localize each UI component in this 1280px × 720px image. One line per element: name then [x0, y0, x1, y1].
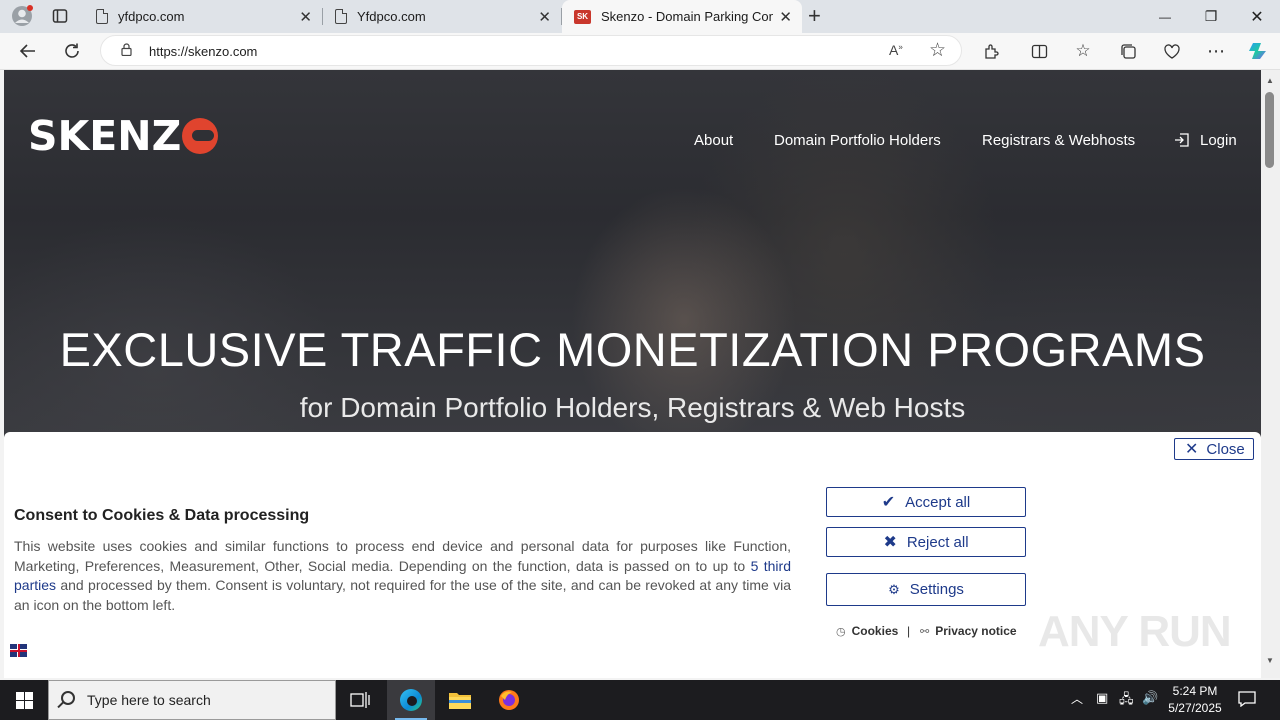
clock-date: 5/27/2025 [1168, 701, 1222, 715]
reject-all-button[interactable]: ✖ Reject all [826, 527, 1026, 557]
consent-close-button[interactable]: ✕ Close [1174, 438, 1254, 460]
reject-all-label: Reject all [906, 533, 969, 551]
cookies-link-label: Cookies [851, 624, 899, 638]
browser-essentials-icon[interactable] [1157, 36, 1187, 66]
settings-button[interactable]: ⚙ Settings [826, 573, 1026, 606]
notifications-icon[interactable] [1238, 691, 1256, 708]
windows-logo-icon [15, 691, 33, 709]
anyrun-watermark: ANY RUN [1038, 607, 1232, 656]
start-button[interactable] [0, 680, 48, 720]
collections-icon[interactable] [1113, 36, 1143, 66]
tab-yfdpco-1[interactable]: yfdpco.com ✕ [84, 0, 323, 33]
browser-toolbar: https://skenzo.com A» ☆ ☆ ⋯ [0, 33, 1280, 70]
refresh-button[interactable] [57, 36, 87, 66]
favorite-star-icon[interactable]: ☆ [929, 39, 946, 62]
nav-login[interactable]: Login [1200, 132, 1237, 149]
extensions-icon[interactable] [976, 36, 1006, 66]
consent-title: Consent to Cookies & Data processing [14, 507, 310, 524]
login-icon[interactable] [1174, 132, 1190, 148]
scroll-up-arrow-icon[interactable]: ▲ [1266, 76, 1274, 85]
new-tab-button[interactable]: + [808, 3, 821, 29]
settings-label: Settings [909, 581, 964, 598]
close-window-button[interactable]: ✕ [1234, 0, 1280, 33]
clock-time: 5:24 PM [1172, 684, 1218, 698]
search-placeholder: Type here to search [87, 692, 211, 708]
accept-all-label: Accept all [905, 493, 971, 511]
taskbar-search-input[interactable]: Type here to search [48, 680, 336, 720]
skenzo-favicon-icon: SK [574, 9, 591, 24]
x-icon: ✖ [883, 534, 897, 551]
privacy-link-label: Privacy notice [935, 624, 1017, 638]
page-icon [335, 9, 347, 24]
firefox-icon[interactable] [485, 680, 533, 720]
privacy-notice-link[interactable]: ⚯ Privacy notice [920, 624, 1017, 638]
copilot-icon[interactable] [1243, 36, 1273, 66]
restore-button[interactable]: ❐ [1188, 0, 1234, 33]
hero-subtitle: for Domain Portfolio Holders, Registrars… [299, 392, 966, 423]
hero-section: SKENZ About Domain Portfolio Holders Reg… [4, 70, 1261, 435]
split-screen-icon[interactable] [1024, 36, 1054, 66]
close-label: Close [1206, 440, 1245, 458]
gear-icon: ⚙ [888, 581, 900, 597]
tab-actions-icon[interactable] [52, 8, 68, 24]
url-text: https://skenzo.com [149, 44, 258, 59]
windows-taskbar: Type here to search ︿ ▣ 🖧 🔊 5:24 PM 5/27… [0, 680, 1280, 720]
read-aloud-icon[interactable]: A» [889, 42, 903, 58]
link-icon: ⚯ [920, 625, 930, 638]
uk-flag-cross [17, 644, 20, 657]
nav-registrars-webhosts[interactable]: Registrars & Webhosts [982, 132, 1135, 149]
accept-all-button[interactable]: ✔ Accept all [826, 487, 1026, 517]
task-view-icon[interactable] [336, 680, 384, 720]
page-viewport: SKENZ About Domain Portfolio Holders Reg… [4, 70, 1261, 678]
browser-tab-strip: yfdpco.com ✕ Yfdpco.com ✕ SK Skenzo - Do… [0, 0, 1280, 33]
favorites-icon[interactable]: ☆ [1068, 36, 1098, 66]
arrow-left-icon [19, 44, 35, 58]
page-scrollbar[interactable]: ▲ ▼ [1261, 70, 1280, 678]
close-tab-icon[interactable]: ✕ [779, 8, 792, 26]
address-bar[interactable]: https://skenzo.com A» ☆ [100, 35, 962, 66]
tab-yfdpco-2[interactable]: Yfdpco.com ✕ [323, 0, 562, 33]
minimize-button[interactable]: — [1142, 0, 1188, 33]
checkmark-icon: ✔ [881, 494, 896, 511]
tab-label: yfdpco.com [118, 9, 185, 24]
nav-domain-portfolio-holders[interactable]: Domain Portfolio Holders [774, 132, 941, 149]
profile-avatar-icon[interactable] [11, 5, 33, 27]
lock-icon [121, 43, 132, 56]
close-tab-icon[interactable]: ✕ [538, 8, 551, 26]
scroll-down-arrow-icon[interactable]: ▼ [1266, 656, 1274, 665]
nav-about[interactable]: About [694, 132, 733, 149]
logo-text: SKENZ [28, 112, 182, 160]
consent-text-part1: This website uses cookies and similar fu… [14, 538, 791, 574]
hero-title: EXCLUSIVE TRAFFIC MONETIZATION PROGRAMS [59, 323, 1206, 376]
logo-o-mark [182, 118, 219, 154]
file-explorer-icon[interactable] [436, 680, 484, 720]
show-hidden-icons-chevron-icon[interactable]: ︿ [1071, 690, 1083, 707]
volume-icon[interactable]: 🔊 [1142, 690, 1158, 706]
back-button[interactable] [13, 36, 43, 66]
network-icon[interactable]: 🖧 [1119, 690, 1134, 712]
link-separator: | [907, 624, 911, 638]
search-icon [61, 691, 75, 705]
close-tab-icon[interactable]: ✕ [299, 8, 312, 26]
skenzo-logo[interactable]: SKENZ [28, 112, 219, 160]
cookie-consent-banner: ✕ Close Consent to Cookies & Data proces… [4, 432, 1261, 678]
scroll-thumb[interactable] [1265, 92, 1274, 168]
page-icon [96, 9, 108, 24]
more-options-icon[interactable]: ⋯ [1201, 36, 1231, 66]
close-icon: ✕ [1185, 441, 1199, 458]
cookie-icon: ◷ [836, 625, 846, 638]
system-clock[interactable]: 5:24 PM 5/27/2025 [1160, 683, 1230, 717]
consent-text-part2: and processed by them. Consent is volunt… [14, 577, 791, 613]
tab-label: Yfdpco.com [357, 9, 426, 24]
cookies-link[interactable]: ◷ Cookies [836, 624, 898, 638]
tab-label: Skenzo - Domain Parking Compa [601, 9, 773, 24]
tab-skenzo[interactable]: SK Skenzo - Domain Parking Compa ✕ [562, 0, 802, 33]
refresh-icon [65, 43, 79, 58]
edge-taskbar-icon[interactable] [387, 680, 435, 720]
meet-now-icon[interactable]: ▣ [1096, 690, 1108, 706]
consent-description: This website uses cookies and similar fu… [14, 537, 791, 615]
